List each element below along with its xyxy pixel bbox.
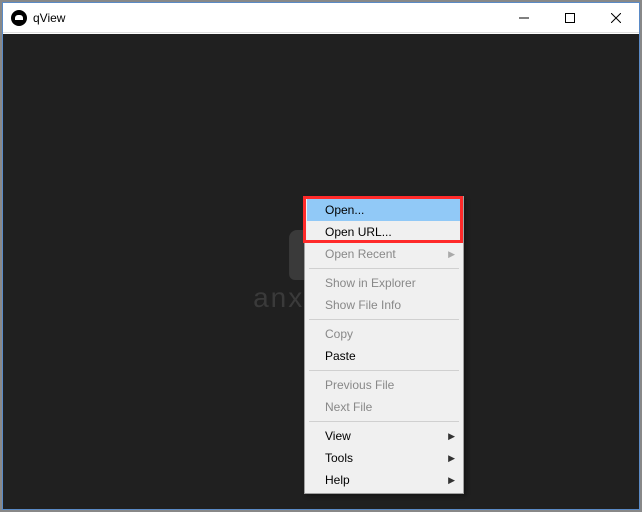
menu-view[interactable]: View ▶ [307, 425, 461, 447]
menu-tools-label: Tools [325, 451, 353, 465]
menu-copy-label: Copy [325, 327, 353, 341]
close-icon [611, 13, 621, 23]
maximize-button[interactable] [547, 3, 593, 32]
menu-open[interactable]: Open... [307, 199, 461, 221]
menu-separator [309, 370, 459, 371]
menu-help[interactable]: Help ▶ [307, 469, 461, 491]
menu-tools[interactable]: Tools ▶ [307, 447, 461, 469]
context-menu: Open... Open URL... Open Recent ▶ Show i… [304, 196, 464, 494]
menu-previous-file-label: Previous File [325, 378, 394, 392]
menu-previous-file[interactable]: Previous File [307, 374, 461, 396]
chevron-right-icon: ▶ [448, 431, 455, 442]
chevron-right-icon: ▶ [448, 475, 455, 486]
window-controls [501, 3, 639, 32]
titlebar: qView [3, 3, 639, 33]
menu-next-file-label: Next File [325, 400, 372, 414]
menu-show-file-info-label: Show File Info [325, 298, 401, 312]
maximize-icon [565, 13, 575, 23]
menu-open-url-label: Open URL... [325, 225, 392, 239]
menu-copy[interactable]: Copy [307, 323, 461, 345]
menu-next-file[interactable]: Next File [307, 396, 461, 418]
menu-open-url[interactable]: Open URL... [307, 221, 461, 243]
menu-view-label: View [325, 429, 351, 443]
menu-open-recent-label: Open Recent [325, 247, 396, 261]
menu-open-label: Open... [325, 203, 364, 217]
menu-separator [309, 268, 459, 269]
menu-show-explorer-label: Show in Explorer [325, 276, 416, 290]
chevron-right-icon: ▶ [448, 249, 455, 260]
menu-separator [309, 319, 459, 320]
minimize-button[interactable] [501, 3, 547, 32]
chevron-right-icon: ▶ [448, 453, 455, 464]
menu-paste-label: Paste [325, 349, 356, 363]
close-button[interactable] [593, 3, 639, 32]
window-title: qView [33, 11, 65, 25]
menu-separator [309, 421, 459, 422]
menu-paste[interactable]: Paste [307, 345, 461, 367]
menu-help-label: Help [325, 473, 350, 487]
menu-open-recent[interactable]: Open Recent ▶ [307, 243, 461, 265]
menu-show-file-info[interactable]: Show File Info [307, 294, 461, 316]
minimize-icon [519, 13, 529, 23]
app-icon [11, 10, 27, 26]
menu-show-explorer[interactable]: Show in Explorer [307, 272, 461, 294]
